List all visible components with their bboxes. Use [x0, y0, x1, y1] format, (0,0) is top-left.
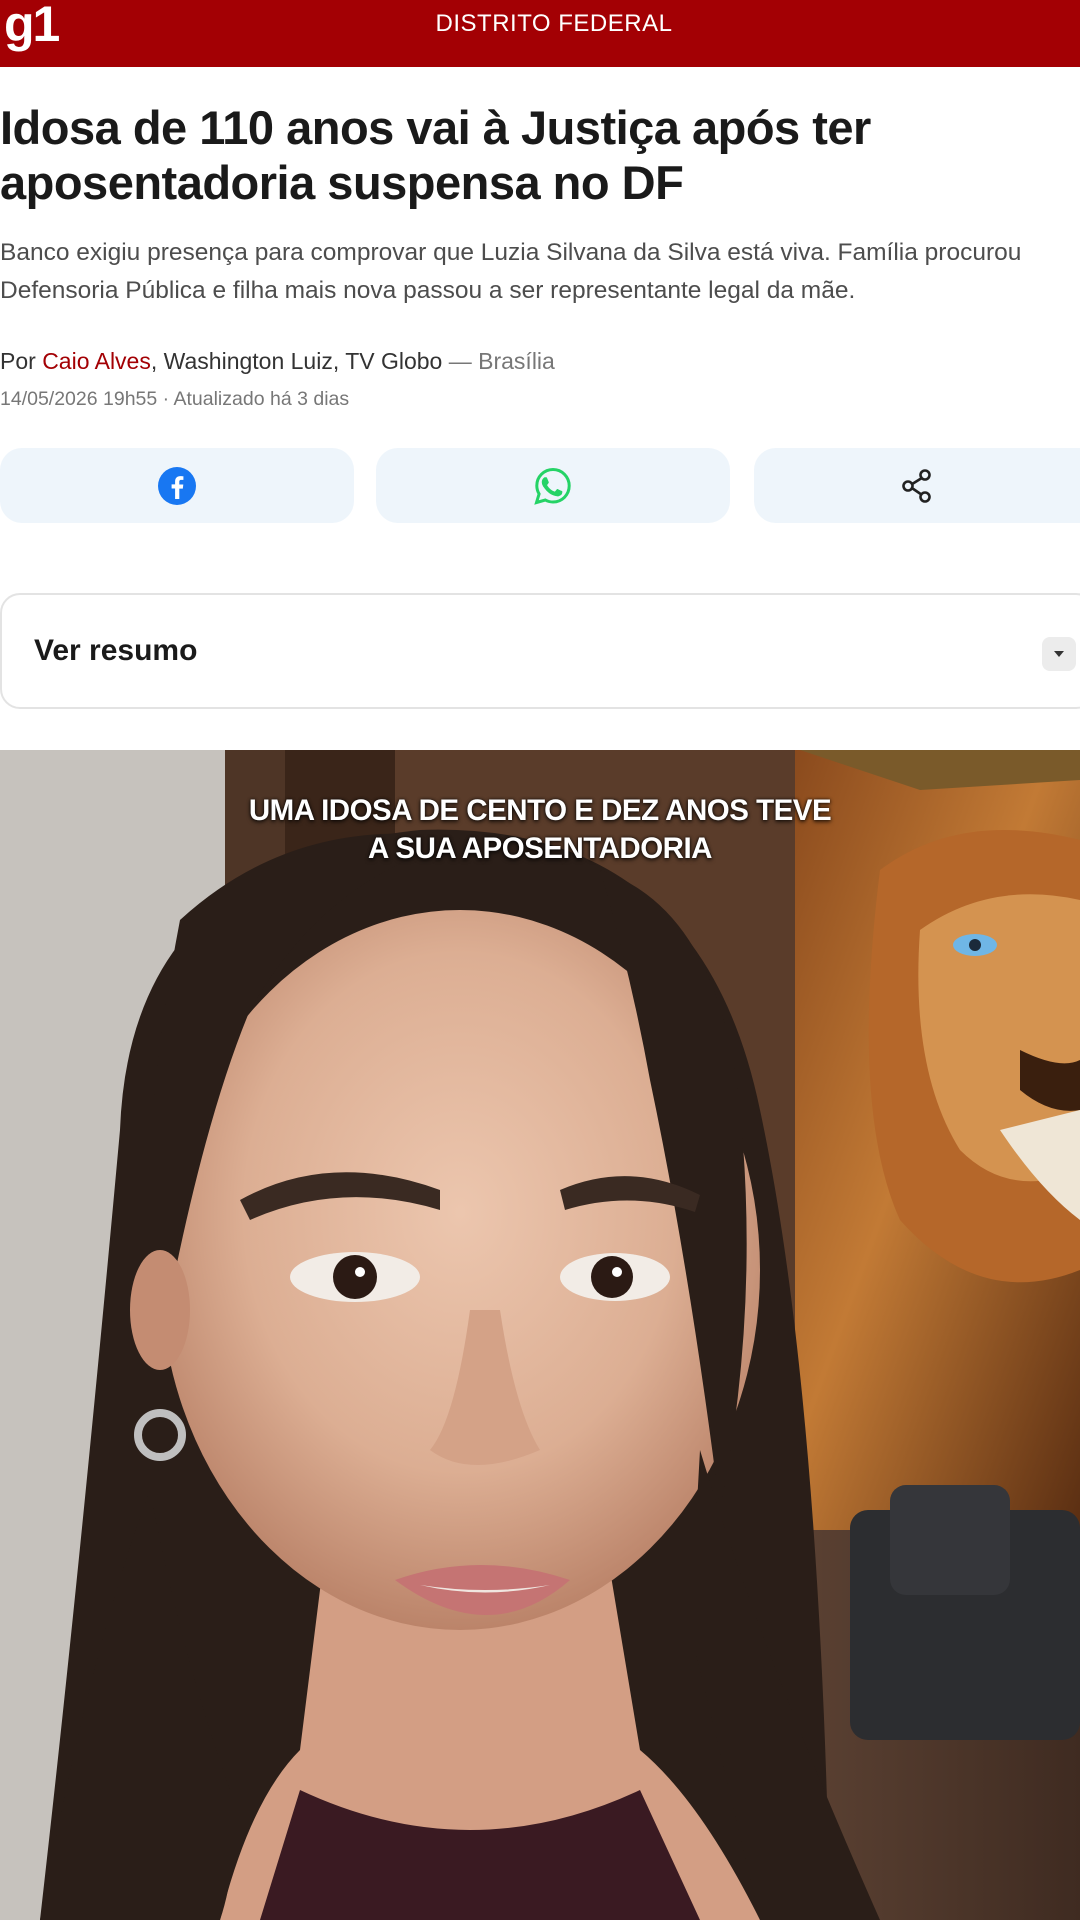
- article-headline: Idosa de 110 anos vai à Justiça após ter…: [0, 100, 1080, 210]
- facebook-icon: [158, 466, 196, 505]
- whatsapp-icon: [534, 467, 571, 505]
- headline-line-1: Idosa de 110 anos vai à Justiça após ter: [0, 101, 871, 154]
- generic-share-button[interactable]: [754, 448, 1080, 523]
- caret-down-icon: [1054, 651, 1064, 657]
- video-frame[interactable]: [0, 750, 1080, 1920]
- summary-toggle-button[interactable]: [1042, 637, 1076, 671]
- author-link[interactable]: Caio Alves: [42, 348, 151, 374]
- whatsapp-share-button[interactable]: [376, 448, 730, 523]
- subhead-line-1: Banco exigiu presença para comprovar que…: [0, 239, 1022, 266]
- byline: Por Caio Alves, Washington Luiz, TV Glob…: [0, 344, 555, 378]
- caption-line-2: A SUA APOSENTADORIA: [368, 832, 712, 865]
- video-scene: [0, 750, 1080, 1920]
- share-icon: [902, 468, 931, 503]
- headline-line-2: aposentadoria suspensa no DF: [0, 156, 684, 209]
- dateline: 14/05/2026 19h55 · Atualizado há 3 dias: [0, 388, 350, 410]
- byline-authors: , Washington Luiz, TV Globo: [150, 348, 443, 374]
- subhead-line-2: Defensoria Pública e filha mais nova pas…: [0, 277, 856, 304]
- byline-place: Brasília: [478, 348, 555, 374]
- summary-card[interactable]: Ver resumo: [0, 593, 1080, 709]
- caption-line-1: UMA IDOSA DE CENTO E DEZ ANOS TEVE: [248, 794, 832, 827]
- article-subhead: Banco exigiu presença para comprovar que…: [0, 234, 1080, 310]
- byline-dash: —: [442, 348, 479, 374]
- summary-label: Ver resumo: [34, 634, 198, 667]
- section-label[interactable]: DISTRITO FEDERAL: [0, 8, 1080, 40]
- top-bar: g1 DISTRITO FEDERAL: [0, 0, 1080, 67]
- byline-prefix: Por: [0, 348, 43, 374]
- facebook-share-button[interactable]: [0, 448, 354, 523]
- video-caption: UMA IDOSA DE CENTO E DEZ ANOS TEVE A SUA…: [0, 792, 1080, 868]
